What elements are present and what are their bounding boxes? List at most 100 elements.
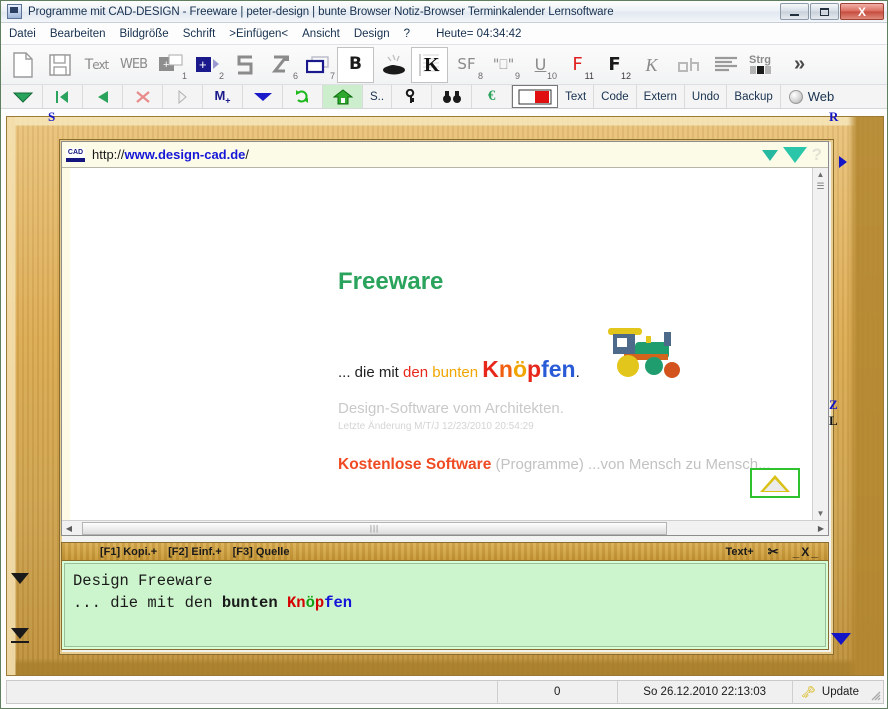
kapitel-k-icon[interactable]: K (411, 46, 448, 83)
hscroll-track[interactable]: ||| (76, 521, 814, 535)
editor-text-plus-button[interactable]: Text+ (725, 546, 753, 558)
hscroll-thumb[interactable]: ||| (82, 521, 667, 535)
italic-k-icon[interactable]: K (633, 47, 670, 83)
dropdown-green-icon[interactable] (3, 85, 43, 108)
url-path: / (245, 147, 250, 162)
tagline-n: n (498, 356, 513, 382)
f11-icon[interactable]: F 11 (559, 47, 596, 83)
menu-item-bearbeiten[interactable]: Bearbeiten (50, 28, 106, 40)
tagline-fen: fen (541, 356, 576, 382)
editor-key-f2[interactable]: [F2] Einf.+ (168, 546, 221, 558)
shape-s-icon[interactable] (226, 47, 263, 83)
editor-title-bar: [F1] Kopi.+ [F2] Einf.+ [F3] Quelle Text… (62, 543, 828, 561)
underline-10-icon[interactable]: U 10 (522, 47, 559, 83)
menu-item-einfuegen[interactable]: >Einfügen< (229, 28, 288, 40)
frame-arrow-down-right-icon[interactable] (831, 633, 851, 645)
quote-a-9-icon[interactable]: "⎕" 9 (485, 47, 522, 83)
status-count-cell: 0 (498, 681, 618, 703)
hscroll-right-icon[interactable]: ▶ (814, 524, 828, 533)
previous-page-icon[interactable] (83, 85, 123, 108)
url-domain: www.design-cad.de (124, 147, 246, 162)
editor-close-button[interactable]: X (801, 545, 811, 559)
bold-b-icon[interactable]: B (337, 46, 374, 83)
delete-x-icon[interactable] (123, 85, 163, 108)
more-chevron-icon[interactable]: » (781, 47, 818, 83)
web-button[interactable]: Web (781, 85, 843, 108)
undo-button[interactable]: Undo (685, 85, 728, 108)
dropdown-large-teal-icon[interactable] (782, 147, 807, 163)
text-icon[interactable]: Text (78, 47, 115, 83)
menu-item-datei[interactable]: Datei (9, 28, 36, 40)
f12-icon[interactable]: F 12 (596, 47, 633, 83)
web-page-content: Freeware ... die mit den bunten Knöpfen.… (62, 168, 812, 520)
save-icon[interactable] (41, 47, 78, 83)
tagline-p: p (527, 356, 542, 382)
frame-7-icon[interactable]: 7 (300, 47, 337, 83)
hscroll-left-icon[interactable]: ◀ (62, 524, 76, 533)
menu-item-design[interactable]: Design (354, 28, 390, 40)
editor-key-f1[interactable]: [F1] Kopi.+ (100, 546, 157, 558)
home-icon[interactable] (323, 85, 363, 108)
text-button[interactable]: Text (558, 85, 595, 108)
new-document-icon[interactable] (4, 47, 41, 83)
resize-grip-icon[interactable] (867, 681, 883, 703)
scroll-top-button[interactable] (750, 468, 800, 498)
dropdown-blue-icon[interactable] (243, 85, 283, 108)
scissors-icon[interactable]: ✂ (768, 544, 779, 560)
color-swatch-icon[interactable] (512, 85, 559, 108)
editor-line-1: Design Freeware (73, 572, 213, 590)
shape-z-6-icon[interactable]: 6 (263, 47, 300, 83)
menu-item-help[interactable]: ? (404, 28, 410, 40)
vscroll-top[interactable]: ▲ ☰ (816, 168, 824, 192)
sf-8-icon[interactable]: SF 8 (448, 47, 485, 83)
backup-button[interactable]: Backup (727, 85, 781, 108)
browser-url-bar[interactable]: CAD http://www.design-cad.de/ ? (62, 142, 828, 168)
frame-arrow-right-icon[interactable] (839, 156, 847, 168)
title-bar: Programme mit CAD-DESIGN - Freeware | pe… (1, 1, 887, 23)
strg-icon[interactable]: Strg (744, 47, 781, 83)
insert-plus-1-icon[interactable]: + 1 (152, 47, 189, 83)
frame-arrow-down-left-icon[interactable] (11, 573, 29, 584)
scroll-down-icon[interactable]: ▼ (817, 507, 825, 520)
minimize-button[interactable] (780, 3, 809, 20)
code-button[interactable]: Code (594, 85, 637, 108)
editor-bar-controls: Text+ ✂ _X_ (725, 544, 820, 560)
scroll-up-icon[interactable]: ▲ (816, 168, 824, 181)
editor-text-area[interactable]: Design Freeware ... die mit den bunten K… (64, 563, 826, 647)
refresh-icon[interactable] (283, 85, 323, 108)
help-question-icon[interactable]: ? (812, 145, 822, 165)
tagline-bunten: bunten (432, 364, 483, 381)
menu-item-ansicht[interactable]: Ansicht (302, 28, 340, 40)
editor-key-f3[interactable]: [F3] Quelle (233, 546, 290, 558)
makro-m-icon[interactable]: M+ (203, 85, 243, 108)
page-horizontal-scrollbar[interactable]: ◀ ||| ▶ (62, 520, 828, 535)
frame-arrow-down-left-2-icon[interactable] (11, 628, 29, 639)
maximize-button[interactable] (810, 3, 839, 20)
key-icon[interactable] (392, 85, 433, 108)
url-text[interactable]: http://www.design-cad.de/ (92, 147, 249, 162)
dropdown-small-teal-icon[interactable] (761, 149, 778, 161)
paint-icon[interactable] (374, 47, 411, 83)
status-update-button[interactable]: 🗝 Update (793, 681, 867, 703)
status-datetime-cell: So 26.12.2010 22:13:03 (618, 681, 793, 703)
editor-minimize-button[interactable]: _ (793, 545, 802, 559)
next-page-icon[interactable] (163, 85, 203, 108)
insert-plus-2-icon[interactable]: + 2 (189, 47, 226, 83)
editor-restore-button[interactable]: _ (811, 545, 820, 559)
close-button[interactable]: X (840, 3, 884, 20)
web-icon[interactable]: WEB (115, 47, 152, 83)
menu-clock: Heute= 04:34:42 (436, 27, 522, 40)
url-bar-controls: ? (761, 145, 822, 165)
editor-line2-bunten: bunten (221, 594, 287, 613)
ah-icon[interactable] (670, 47, 707, 83)
extern-button[interactable]: Extern (637, 85, 685, 108)
euro-icon[interactable]: € (472, 85, 513, 108)
first-page-icon[interactable] (43, 85, 83, 108)
align-left-icon[interactable] (707, 47, 744, 83)
menu-item-bildgroesse[interactable]: Bildgröße (119, 28, 168, 40)
page-vertical-scrollbar[interactable]: ▲ ☰ ▼ (812, 168, 828, 520)
menu-item-schrift[interactable]: Schrift (183, 28, 216, 40)
search-s-button[interactable]: S.. (363, 85, 393, 108)
main-toolbar: Text WEB + 1 + 2 6 7 B K SF 8 "⎕" 9 U 10… (1, 45, 887, 85)
binoculars-icon[interactable] (432, 85, 473, 108)
